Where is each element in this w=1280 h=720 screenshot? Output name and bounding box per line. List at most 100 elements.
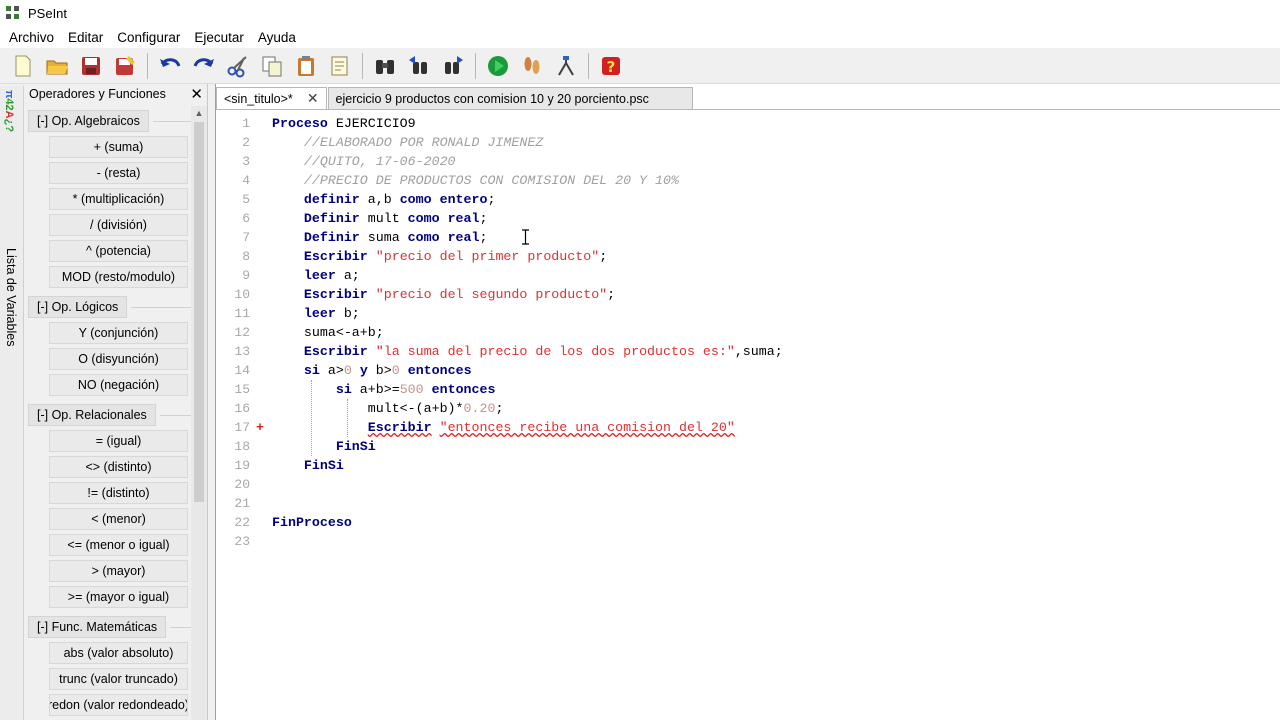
editor-area: <sin_titulo>* ✕ ejercicio 9 productos co… <box>215 84 1280 720</box>
tab-ejercicio-9[interactable]: ejercicio 9 productos con comision 10 y … <box>327 87 693 109</box>
toolbar-separator <box>147 52 148 79</box>
indent-guide <box>311 380 312 456</box>
code-line[interactable]: 11 leer b; <box>216 304 1280 323</box>
operators-list: [-] Op. Algebraicos + (suma) - (resta) *… <box>24 106 192 720</box>
line-number: 7 <box>242 230 250 245</box>
code-text: leer b; <box>303 306 360 321</box>
op-button[interactable]: <= (menor o igual) <box>49 534 188 556</box>
code-line[interactable]: 13 Escribir "la suma del precio de los d… <box>216 342 1280 361</box>
op-button[interactable]: * (multiplicación) <box>49 188 188 210</box>
paste-icon[interactable] <box>293 53 319 79</box>
code-line[interactable]: 23 <box>216 532 1280 551</box>
group-toggle[interactable]: [-] Op. Lógicos <box>28 296 128 318</box>
op-button[interactable]: + (suma) <box>49 136 188 158</box>
undo-icon[interactable] <box>157 53 183 79</box>
scrollbar-thumb[interactable] <box>194 122 204 502</box>
op-button[interactable]: MOD (resto/modulo) <box>49 266 188 288</box>
code-text: suma<-a+b; <box>272 325 384 340</box>
save-as-icon[interactable] <box>112 53 138 79</box>
tab-sin-titulo[interactable]: <sin_titulo>* ✕ <box>216 87 327 109</box>
code-text: //PRECIO DE PRODUCTOS CON COMISION DEL 2… <box>303 173 679 188</box>
op-button[interactable]: > (mayor) <box>49 560 188 582</box>
close-icon[interactable]: ✕ <box>190 87 203 102</box>
code-line[interactable]: 22 FinProceso <box>216 513 1280 532</box>
menu-configurar[interactable]: Configurar <box>110 30 187 45</box>
code-text: Escribir "precio del primer producto"; <box>303 249 608 264</box>
code-line[interactable]: 4 //PRECIO DE PRODUCTOS CON COMISION DEL… <box>216 171 1280 190</box>
run-icon[interactable] <box>485 53 511 79</box>
flowchart-icon[interactable] <box>553 53 579 79</box>
group-toggle[interactable]: [-] Op. Algebraicos <box>28 110 149 132</box>
line-number: 17 <box>234 420 250 435</box>
variables-side-tab[interactable]: π42A¿? Lista de Variables <box>0 86 24 720</box>
op-button[interactable]: >= (mayor o igual) <box>49 586 188 608</box>
code-line[interactable]: 14 si a>0 y b>0 entonces <box>216 361 1280 380</box>
copy-icon[interactable] <box>259 53 285 79</box>
redo-icon[interactable] <box>191 53 217 79</box>
group-toggle[interactable]: [-] Func. Matemáticas <box>28 616 167 638</box>
panel-scrollbar[interactable]: ▲ <box>191 106 207 720</box>
code-text: FinSi <box>303 458 344 473</box>
cut-icon[interactable] <box>225 53 251 79</box>
group-toggle[interactable]: [-] Op. Relacionales <box>28 404 156 426</box>
op-button[interactable]: != (distinto) <box>49 482 188 504</box>
code-line[interactable]: 10 Escribir "precio del segundo producto… <box>216 285 1280 304</box>
op-button[interactable]: trunc (valor truncado) <box>49 668 188 690</box>
menu-ejecutar[interactable]: Ejecutar <box>187 30 251 45</box>
code-line[interactable]: 7 Definir suma como real; <box>216 228 1280 247</box>
op-button[interactable]: abs (valor absoluto) <box>49 642 188 664</box>
close-tab-icon[interactable]: ✕ <box>307 90 319 107</box>
toolbar-separator <box>588 52 589 79</box>
group-matematicas: [-] Func. Matemáticas <box>28 616 192 638</box>
edit-icon[interactable] <box>327 53 353 79</box>
toolbar: ? <box>0 48 1280 84</box>
op-button[interactable]: O (disyunción) <box>49 348 188 370</box>
step-by-step-icon[interactable] <box>519 53 545 79</box>
operators-panel: Operadores y Funciones ✕ [-] Op. Algebra… <box>24 84 208 720</box>
code-text: FinProceso <box>272 515 352 530</box>
op-button[interactable]: = (igual) <box>49 430 188 452</box>
op-button[interactable]: <> (distinto) <box>49 456 188 478</box>
op-button[interactable]: NO (negación) <box>49 374 188 396</box>
op-button[interactable]: ^ (potencia) <box>49 240 188 262</box>
save-icon[interactable] <box>78 53 104 79</box>
code-line[interactable]: 8 Escribir "precio del primer producto"; <box>216 247 1280 266</box>
code-line[interactable]: 9 leer a; <box>216 266 1280 285</box>
line-number: 13 <box>234 344 250 359</box>
open-folder-icon[interactable] <box>44 53 70 79</box>
line-number: 14 <box>234 363 250 378</box>
op-button[interactable]: Y (conjunción) <box>49 322 188 344</box>
find-next-icon[interactable] <box>440 53 466 79</box>
find-previous-icon[interactable] <box>406 53 432 79</box>
op-button[interactable]: redon (valor redondeado) <box>49 694 188 716</box>
new-file-icon[interactable] <box>10 53 36 79</box>
panel-title: Operadores y Funciones <box>29 87 166 101</box>
code-line[interactable]: 5 definir a,b como entero; <box>216 190 1280 209</box>
menu-ayuda[interactable]: Ayuda <box>251 30 303 45</box>
menu-editar[interactable]: Editar <box>61 30 110 45</box>
code-line[interactable]: 1 Proceso EJERCICIO9 <box>216 114 1280 133</box>
scroll-up-icon[interactable]: ▲ <box>191 106 207 120</box>
code-line[interactable]: 15 si a+b>=500 entonces <box>216 380 1280 399</box>
code-text: Escribir "entonces recibe una comision d… <box>367 420 735 435</box>
find-icon[interactable] <box>372 53 398 79</box>
code-line[interactable]: 18 FinSi <box>216 437 1280 456</box>
code-text: si a+b>=500 entonces <box>335 382 496 397</box>
menu-archivo[interactable]: Archivo <box>2 30 61 45</box>
code-line[interactable]: 20 <box>216 475 1280 494</box>
code-editor[interactable]: 1 Proceso EJERCICIO9 2 //ELABORADO POR RON… <box>216 114 1280 551</box>
help-icon[interactable]: ? <box>598 53 624 79</box>
code-line[interactable]: 6 Definir mult como real; <box>216 209 1280 228</box>
op-button[interactable]: / (división) <box>49 214 188 236</box>
code-line[interactable]: 16 mult<-(a+b)*0.20; <box>216 399 1280 418</box>
code-line[interactable]: 21 <box>216 494 1280 513</box>
code-line[interactable]: 3 //QUITO, 17-06-2020 <box>216 152 1280 171</box>
code-line[interactable]: 17 + Escribir "entonces recibe una comisi… <box>216 418 1280 437</box>
op-button[interactable]: < (menor) <box>49 508 188 530</box>
op-button[interactable]: - (resta) <box>49 162 188 184</box>
line-number: 12 <box>234 325 250 340</box>
code-line[interactable]: 12 suma<-a+b; <box>216 323 1280 342</box>
code-line[interactable]: 2 //ELABORADO POR RONALD JIMENEZ <box>216 133 1280 152</box>
code-line[interactable]: 19 FinSi <box>216 456 1280 475</box>
title-bar: PSeInt <box>0 0 1280 26</box>
